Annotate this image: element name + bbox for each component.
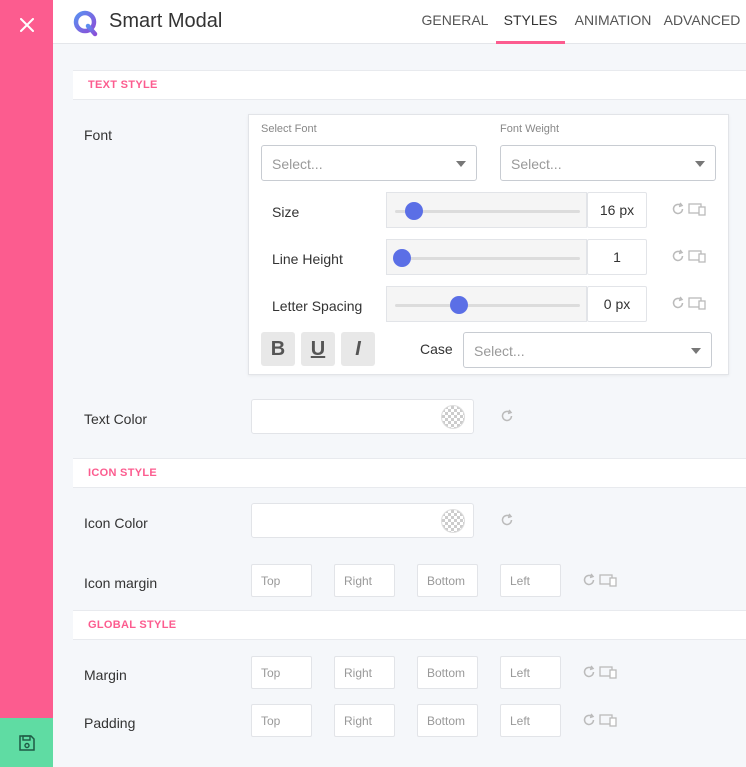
icon-margin-right-input[interactable] xyxy=(334,564,395,597)
section-title: GLOBAL STYLE xyxy=(88,619,177,631)
margin-top-input[interactable] xyxy=(251,656,312,689)
responsive-device-icon[interactable] xyxy=(688,202,706,216)
icon-color-label: Icon Color xyxy=(84,515,148,531)
reset-icon[interactable] xyxy=(582,665,596,679)
line-height-label: Line Height xyxy=(272,251,343,267)
size-label: Size xyxy=(272,204,300,220)
section-text-style: TEXT STYLE xyxy=(73,70,746,100)
icon-margin-controls xyxy=(582,573,617,587)
reset-icon[interactable] xyxy=(500,513,514,527)
size-slider[interactable] xyxy=(386,192,587,228)
letter-spacing-value[interactable]: 0 px xyxy=(587,286,647,322)
chevron-down-icon xyxy=(456,161,466,167)
reset-icon[interactable] xyxy=(671,202,685,216)
padding-controls xyxy=(582,713,617,727)
icon-margin-bottom-input[interactable] xyxy=(417,564,478,597)
left-rail xyxy=(0,0,53,767)
select-font-placeholder: Select... xyxy=(272,156,323,172)
line-height-slider[interactable] xyxy=(386,239,587,275)
margin-left-input[interactable] xyxy=(500,656,561,689)
floppy-disk-icon xyxy=(18,734,35,751)
section-title: ICON STYLE xyxy=(88,467,158,479)
padding-left-input[interactable] xyxy=(500,704,561,737)
line-height-controls xyxy=(671,249,706,263)
section-title: TEXT STYLE xyxy=(88,79,158,91)
line-height-slider-thumb[interactable] xyxy=(393,249,411,267)
app-title: Smart Modal xyxy=(109,10,223,32)
responsive-device-icon[interactable] xyxy=(688,296,706,310)
case-label: Case xyxy=(420,341,453,357)
icon-margin-top-input[interactable] xyxy=(251,564,312,597)
size-slider-thumb[interactable] xyxy=(405,202,423,220)
color-swatch[interactable] xyxy=(441,405,465,429)
font-weight-placeholder: Select... xyxy=(511,156,562,172)
padding-right-input[interactable] xyxy=(334,704,395,737)
line-height-value[interactable]: 1 xyxy=(587,239,647,275)
tab-general[interactable]: GENERAL xyxy=(417,0,493,44)
font-label: Font xyxy=(84,127,113,143)
color-swatch[interactable] xyxy=(441,509,465,533)
close-icon xyxy=(19,18,34,32)
save-button[interactable] xyxy=(0,718,53,767)
margin-controls xyxy=(582,665,617,679)
case-placeholder: Select... xyxy=(474,343,525,359)
text-color-picker[interactable] xyxy=(251,399,474,434)
letter-spacing-controls xyxy=(671,296,706,310)
bold-button[interactable]: B xyxy=(261,332,295,366)
reset-icon[interactable] xyxy=(671,249,685,263)
responsive-device-icon[interactable] xyxy=(599,573,617,587)
padding-top-input[interactable] xyxy=(251,704,312,737)
chevron-down-icon xyxy=(691,348,701,354)
select-font-dropdown[interactable]: Select... xyxy=(261,145,477,181)
responsive-device-icon[interactable] xyxy=(688,249,706,263)
reset-icon[interactable] xyxy=(500,409,514,423)
responsive-device-icon[interactable] xyxy=(599,713,617,727)
italic-button[interactable]: I xyxy=(341,332,375,366)
header: Smart Modal GENERAL STYLES ANIMATION ADV… xyxy=(53,0,746,44)
reset-icon[interactable] xyxy=(582,573,596,587)
case-dropdown[interactable]: Select... xyxy=(463,332,712,368)
slider-track xyxy=(395,304,580,307)
select-font-label: Select Font xyxy=(261,123,317,135)
tab-animation[interactable]: ANIMATION xyxy=(571,0,655,44)
icon-margin-label: Icon margin xyxy=(84,575,158,591)
slider-track xyxy=(395,257,580,260)
close-button[interactable] xyxy=(0,0,53,50)
icon-margin-left-input[interactable] xyxy=(500,564,561,597)
font-settings-panel: Select Font Select... Font Weight Select… xyxy=(248,114,729,375)
margin-label: Margin xyxy=(84,667,127,683)
tab-advanced[interactable]: ADVANCED xyxy=(661,0,743,44)
reset-icon[interactable] xyxy=(671,296,685,310)
letter-spacing-slider[interactable] xyxy=(386,286,587,322)
reset-icon[interactable] xyxy=(582,713,596,727)
icon-color-picker[interactable] xyxy=(251,503,474,538)
responsive-device-icon[interactable] xyxy=(599,665,617,679)
app-logo-icon xyxy=(73,10,98,37)
section-global-style: GLOBAL STYLE xyxy=(73,610,746,640)
section-icon-style: ICON STYLE xyxy=(73,458,746,488)
size-controls xyxy=(671,202,706,216)
padding-label: Padding xyxy=(84,715,136,731)
padding-bottom-input[interactable] xyxy=(417,704,478,737)
margin-bottom-input[interactable] xyxy=(417,656,478,689)
tab-styles[interactable]: STYLES xyxy=(496,0,565,44)
letter-spacing-label: Letter Spacing xyxy=(272,298,363,314)
size-value[interactable]: 16 px xyxy=(587,192,647,228)
underline-button[interactable]: U xyxy=(301,332,335,366)
margin-right-input[interactable] xyxy=(334,656,395,689)
font-weight-label: Font Weight xyxy=(500,123,560,135)
letter-spacing-slider-thumb[interactable] xyxy=(450,296,468,314)
text-color-label: Text Color xyxy=(84,411,148,427)
chevron-down-icon xyxy=(695,161,705,167)
font-weight-dropdown[interactable]: Select... xyxy=(500,145,716,181)
